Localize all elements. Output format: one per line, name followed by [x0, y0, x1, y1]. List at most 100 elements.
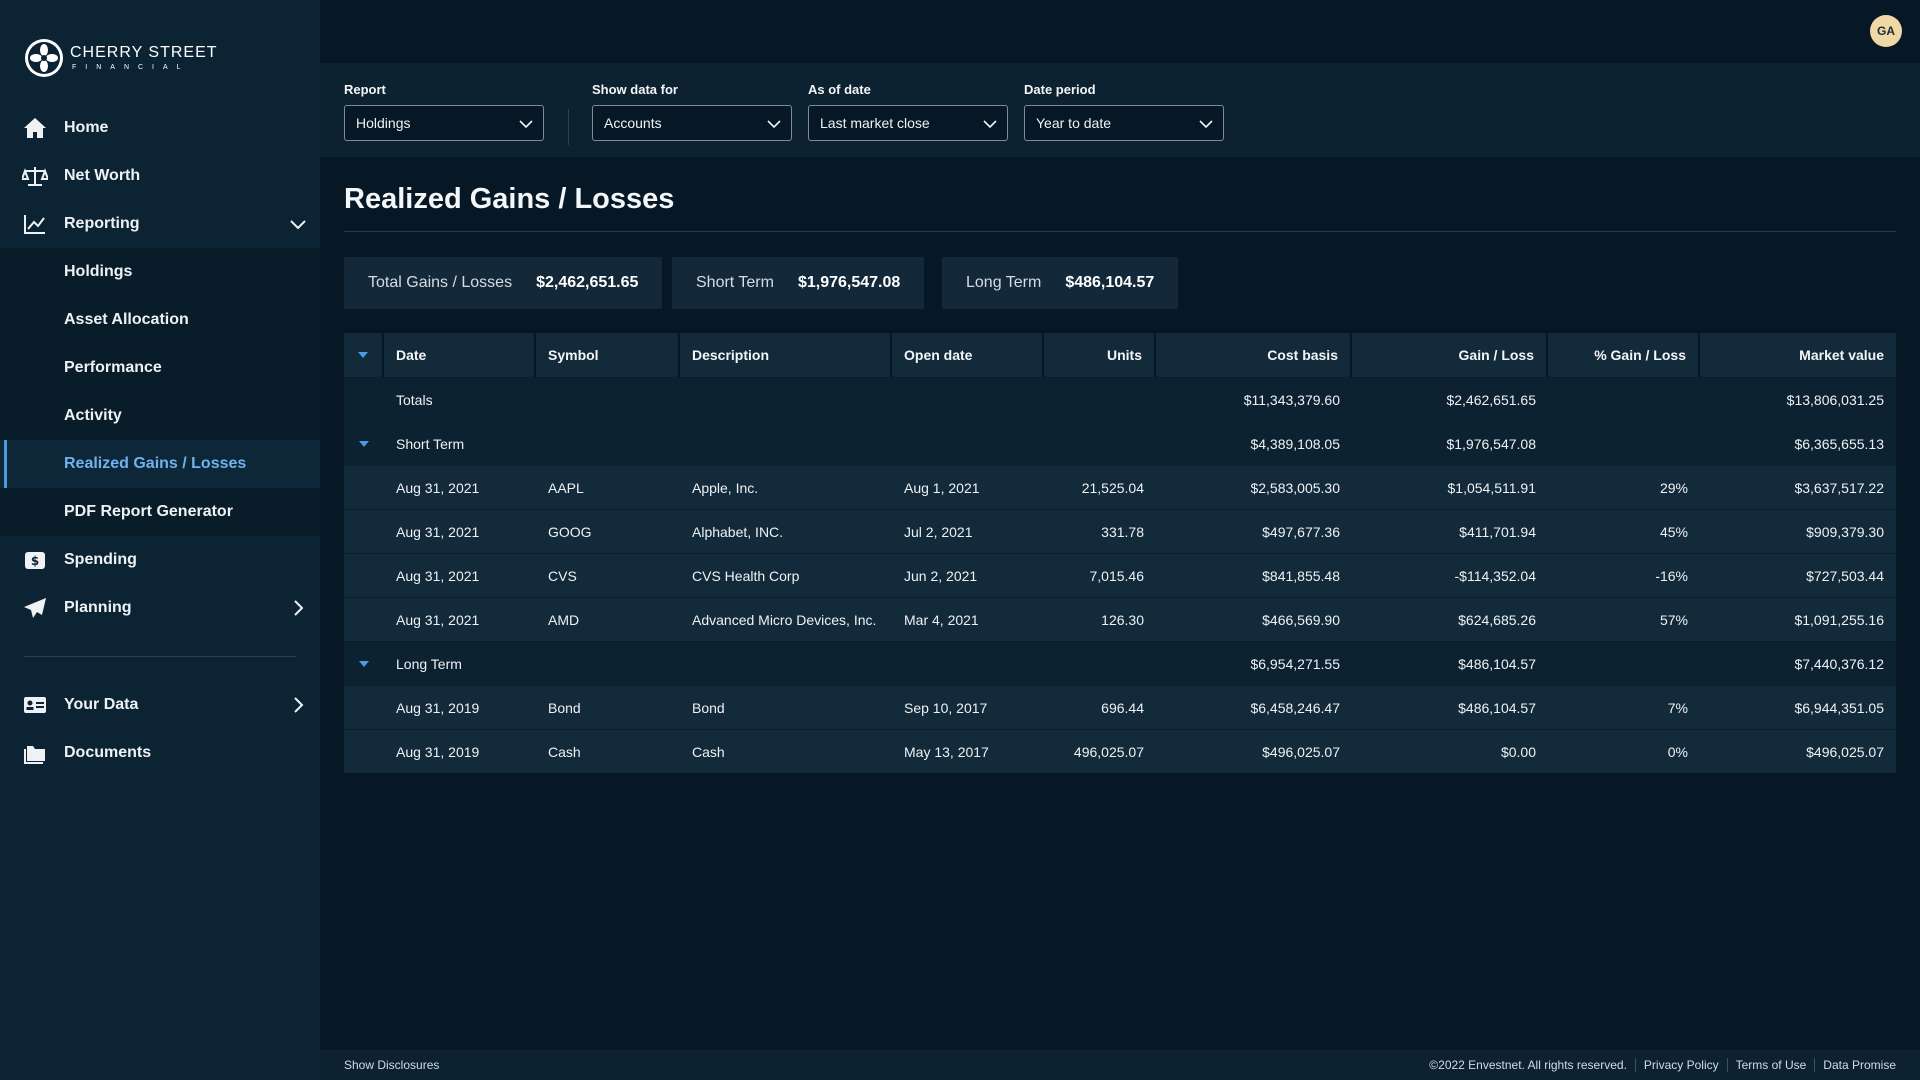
- copyright-text: ©2022 Envestnet. All rights reserved.: [1429, 1058, 1627, 1072]
- table-row-group-short-term[interactable]: Short Term $4,389,108.05 $1,976,547.08 $…: [344, 421, 1896, 465]
- table-row[interactable]: Aug 31, 2021 GOOG Alphabet, INC. Jul 2, …: [344, 509, 1896, 553]
- group-long-gain-loss: $486,104.57: [1458, 655, 1536, 672]
- svg-text:$: $: [31, 554, 39, 568]
- date-period-select[interactable]: Year to date: [1024, 105, 1224, 141]
- nav-item-your-data[interactable]: Your Data: [0, 681, 320, 729]
- report-select[interactable]: Holdings: [344, 105, 544, 141]
- col-header-description[interactable]: Description: [680, 333, 892, 377]
- nav-item-planning[interactable]: Planning: [0, 584, 320, 632]
- cell-units: 496,025.07: [1073, 743, 1144, 760]
- cell-cost-basis: $841,855.48: [1262, 567, 1340, 584]
- col-header-gain-loss[interactable]: Gain / Loss: [1352, 333, 1548, 377]
- nav-divider: [24, 656, 296, 657]
- nav-item-documents[interactable]: Documents: [0, 729, 320, 777]
- col-header-units[interactable]: Units: [1044, 333, 1156, 377]
- cell-empty: [1548, 378, 1700, 421]
- as-of-date-select-value: Last market close: [820, 115, 930, 131]
- col-header-symbol[interactable]: Symbol: [536, 333, 680, 377]
- totals-cost-basis: $11,343,379.60: [1243, 391, 1340, 408]
- subnav-item-performance[interactable]: Performance: [0, 344, 320, 392]
- cell-empty: [536, 642, 680, 685]
- table-row[interactable]: Aug 31, 2019 Cash Cash May 13, 2017 496,…: [344, 729, 1896, 773]
- row-spacer: [344, 510, 384, 553]
- totals-market-value: $13,806,031.25: [1786, 391, 1884, 408]
- cell-cost-basis: $497,677.36: [1262, 523, 1340, 540]
- brand-logo[interactable]: CHERRY STREET FINANCIAL: [24, 38, 218, 78]
- cell-empty: [892, 422, 1044, 465]
- nav-item-net-worth[interactable]: Net Worth: [0, 152, 320, 200]
- summary-total-label: Total Gains / Losses: [368, 274, 513, 291]
- title-divider: [344, 231, 1896, 232]
- cell-empty: [680, 378, 892, 421]
- data-promise-link[interactable]: Data Promise: [1814, 1058, 1896, 1072]
- cell-open-date: May 13, 2017: [904, 743, 989, 760]
- cell-empty: [680, 642, 892, 685]
- subnav-item-pdf-report-generator[interactable]: PDF Report Generator: [0, 488, 320, 536]
- table-row[interactable]: Aug 31, 2021 AAPL Apple, Inc. Aug 1, 202…: [344, 465, 1896, 509]
- cell-units: 21,525.04: [1081, 479, 1144, 496]
- report-select-value: Holdings: [356, 115, 411, 131]
- user-avatar[interactable]: GA: [1870, 15, 1902, 47]
- reporting-subnav: Holdings Asset Allocation Performance Ac…: [0, 248, 320, 536]
- show-data-for-select[interactable]: Accounts: [592, 105, 792, 141]
- show-data-for-select-value: Accounts: [604, 115, 662, 131]
- table-row[interactable]: Aug 31, 2021 CVS CVS Health Corp Jun 2, …: [344, 553, 1896, 597]
- row-spacer: [344, 378, 384, 421]
- brand-tagline: FINANCIAL: [72, 64, 190, 71]
- folder-icon: [22, 740, 48, 766]
- table-row[interactable]: Aug 31, 2021 AMD Advanced Micro Devices,…: [344, 597, 1896, 641]
- nav-item-home[interactable]: Home: [0, 104, 320, 152]
- cell-description: Apple, Inc.: [692, 479, 759, 496]
- col-header-market-value[interactable]: Market value: [1700, 333, 1896, 377]
- cherry-blossom-logo-icon: [25, 39, 63, 77]
- cell-gain-loss: -$114,352.04: [1454, 567, 1536, 584]
- cell-pct-gain-loss: 45%: [1659, 523, 1688, 540]
- filter-label-report: Report: [344, 82, 386, 97]
- chevron-right-icon[interactable]: [288, 598, 308, 618]
- subnav-item-asset-allocation[interactable]: Asset Allocation: [0, 296, 320, 344]
- filter-label-as-of-date: As of date: [808, 82, 871, 97]
- cell-open-date: Sep 10, 2017: [904, 699, 988, 716]
- caret-down-icon: [358, 352, 368, 358]
- cell-gain-loss: $624,685.26: [1458, 611, 1536, 628]
- id-card-icon: [22, 692, 48, 718]
- nav-item-spending[interactable]: $ Spending: [0, 536, 320, 584]
- group-toggle-long-term[interactable]: [344, 642, 384, 685]
- show-disclosures-link[interactable]: Show Disclosures: [344, 1058, 439, 1072]
- group-toggle-short-term[interactable]: [344, 422, 384, 465]
- subnav-item-realized-gains-losses[interactable]: Realized Gains / Losses: [0, 440, 320, 488]
- terms-of-use-link[interactable]: Terms of Use: [1726, 1058, 1815, 1072]
- nav-item-reporting[interactable]: Reporting: [0, 200, 320, 248]
- subnav-item-activity[interactable]: Activity: [0, 392, 320, 440]
- caret-down-icon: [359, 440, 369, 447]
- row-spacer: [344, 686, 384, 729]
- privacy-policy-link[interactable]: Privacy Policy: [1634, 1058, 1727, 1072]
- cell-empty: [536, 378, 680, 421]
- page-title: Realized Gains / Losses: [344, 183, 675, 215]
- col-header-open-date[interactable]: Open date: [892, 333, 1044, 377]
- footer-links: ©2022 Envestnet. All rights reserved. Pr…: [1421, 1058, 1896, 1072]
- col-header-cost-basis[interactable]: Cost basis: [1156, 333, 1352, 377]
- group-long-market-value: $7,440,376.12: [1794, 655, 1884, 672]
- cell-description: Advanced Micro Devices, Inc.: [692, 611, 877, 628]
- cell-open-date: Aug 1, 2021: [904, 479, 980, 496]
- cell-market-value: $3,637,517.22: [1794, 479, 1884, 496]
- money-icon: $: [22, 547, 48, 573]
- cell-empty: [1044, 378, 1156, 421]
- nav-label-your-data: Your Data: [64, 696, 139, 713]
- cell-market-value: $6,944,351.05: [1794, 699, 1884, 716]
- chevron-down-icon[interactable]: [288, 214, 308, 234]
- table-row-group-long-term[interactable]: Long Term $6,954,271.55 $486,104.57 $7,4…: [344, 641, 1896, 685]
- col-header-date[interactable]: Date: [384, 333, 536, 377]
- as-of-date-select[interactable]: Last market close: [808, 105, 1008, 141]
- cell-units: 696.44: [1101, 699, 1144, 716]
- collapse-all-toggle[interactable]: [344, 333, 384, 377]
- col-header-pct-gain-loss[interactable]: % Gain / Loss: [1548, 333, 1700, 377]
- table-row[interactable]: Aug 31, 2019 Bond Bond Sep 10, 2017 696.…: [344, 685, 1896, 729]
- cell-symbol: Cash: [548, 743, 581, 760]
- chevron-right-icon[interactable]: [288, 695, 308, 715]
- cell-empty: [892, 378, 1044, 421]
- table-row-totals: Totals $11,343,379.60 $2,462,651.65 $13,…: [344, 377, 1896, 421]
- subnav-item-holdings[interactable]: Holdings: [0, 248, 320, 296]
- cell-market-value: $909,379.30: [1806, 523, 1884, 540]
